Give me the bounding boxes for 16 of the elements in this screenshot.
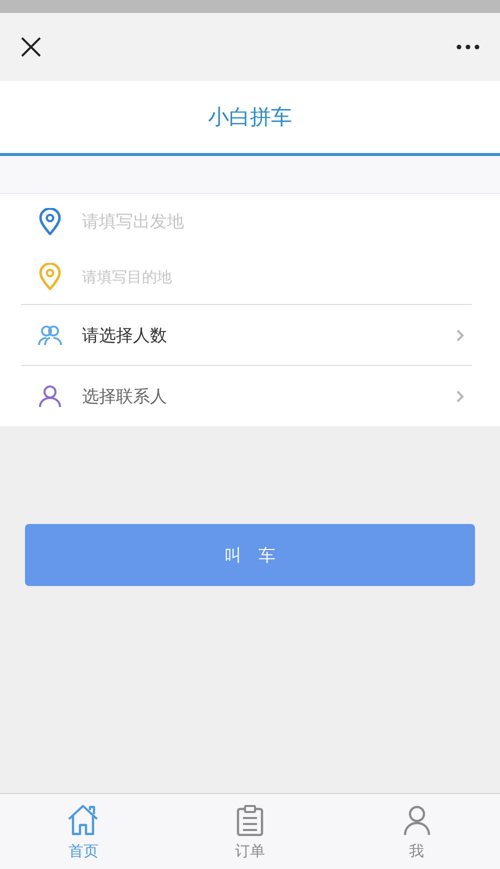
person-icon (402, 804, 432, 836)
close-icon (20, 36, 42, 58)
home-icon (66, 804, 100, 836)
page-title: 小白拼车 (208, 104, 292, 131)
chevron-right-icon (456, 328, 464, 342)
select-row[interactable]: 请选择人数 (82, 324, 456, 346)
tab[interactable]: 首页 (0, 794, 167, 869)
call-car-button[interactable]: 叫 车 (25, 524, 475, 586)
address-field[interactable]: 请填写目的地 (82, 268, 472, 286)
address-field[interactable]: 请填写出发地 (82, 212, 472, 232)
tab[interactable]: 订单 (166, 794, 334, 869)
clipboard-icon (235, 804, 265, 836)
more-icon (456, 44, 480, 50)
tab[interactable]: 我 (333, 794, 500, 869)
chevron-right-icon (456, 390, 464, 402)
select-row[interactable]: 选择联系人 (82, 384, 456, 408)
